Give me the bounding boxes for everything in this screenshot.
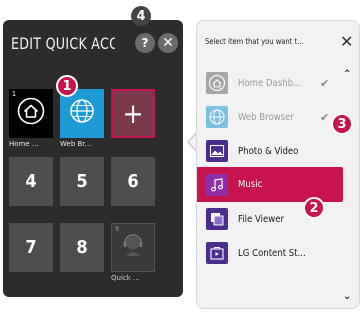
scroll-down-chevron-icon[interactable]: ⌄ [343,291,351,302]
panel-title: EDIT QUICK ACC... [11,34,115,53]
music-note-icon [206,173,228,196]
close-button[interactable]: ✕ [158,33,178,53]
list-item-label: Music [238,179,263,190]
tile-number: 5 [76,171,88,192]
tile-index: 9 [115,225,120,233]
callout-4: 4 [131,6,151,26]
help-button[interactable]: ? [135,33,155,53]
list-item-home-dashboard[interactable]: Home Dashb... ✔ [197,67,359,99]
close-icon[interactable]: ✕ [340,32,353,51]
tile-number: 8 [76,237,88,258]
tile-number: 6 [127,171,139,192]
quick-access-tile-4[interactable]: 4 [9,157,53,206]
tile-caption-web-browser: Web Br... [60,140,92,148]
tile-caption-quick-help: Quick ... [111,274,140,282]
tile-caption-home: Home ... [9,140,39,148]
list-item-label: Photo & Video [238,145,299,157]
home-icon [16,96,46,131]
add-tile-button[interactable]: + [111,89,155,138]
list-item-label: LG Content St... [238,247,306,259]
support-agent-icon [120,232,146,263]
quick-access-tile-quick-help[interactable]: 9 [111,223,155,272]
checkmark-icon: ✔ [320,76,330,90]
list-item-label: Web Browser [238,111,294,123]
list-item-photo-video[interactable]: Photo & Video [197,135,359,167]
quick-access-tile-home[interactable]: 1 [9,89,53,138]
list-item-lg-content-store[interactable]: LG Content St... [197,237,359,269]
file-viewer-icon [206,208,228,230]
callout-1: 1 [56,75,78,97]
tile-number: 7 [25,237,37,258]
lg-content-store-icon [206,242,228,264]
tile-number: 4 [25,171,37,192]
checkmark-icon: ✔ [320,110,330,124]
list-item-label: File Viewer [238,213,284,225]
list-item-music[interactable]: Music [197,167,343,202]
callout-3: 3 [331,113,353,135]
select-item-header: Select item that you want t... [205,37,304,46]
select-item-panel: Select item that you want t... ✕ ⌃ Home … [196,20,360,309]
callout-2: 2 [303,197,325,219]
quick-access-tile-7[interactable]: 7 [9,223,53,272]
globe-icon [68,97,96,130]
quick-access-tile-5[interactable]: 5 [60,157,104,206]
quick-access-tile-8[interactable]: 8 [60,223,104,272]
photo-video-icon [206,140,228,162]
home-icon [206,72,228,94]
quick-access-tile-6[interactable]: 6 [111,157,155,206]
list-item-file-viewer[interactable]: File Viewer [197,203,359,235]
plus-icon: + [122,97,144,130]
globe-icon [206,106,228,128]
tile-index: 1 [12,90,17,98]
edit-quick-access-panel: EDIT QUICK ACC... ? ✕ 1 Home ... 2 Web B… [3,20,183,297]
list-item-label: Home Dashb... [238,77,302,89]
